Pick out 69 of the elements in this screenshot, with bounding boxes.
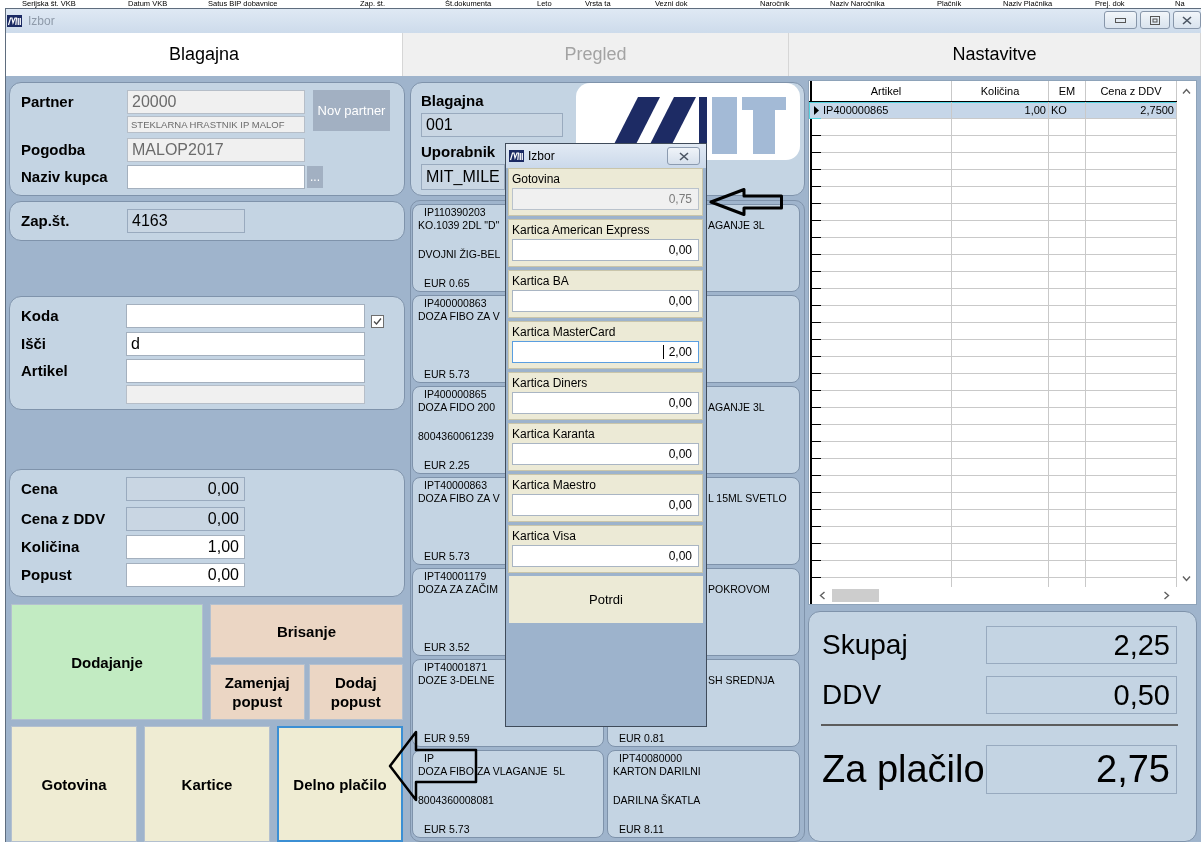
- field-label: Artikel: [21, 361, 68, 381]
- product-price: EUR 0.81: [619, 732, 665, 745]
- product-name: DOZA FIBO ZA V: [418, 492, 500, 505]
- field-label: Blagajna: [421, 92, 484, 110]
- field-label: Pogodba: [21, 140, 86, 160]
- product-code: IPT40001871: [424, 661, 488, 674]
- product-name: DOZA FIDO 200: [418, 401, 496, 414]
- field-label: Koda: [21, 306, 59, 326]
- product-price: EUR 0.65: [424, 277, 470, 290]
- field-label: Kartica Visa: [512, 529, 576, 543]
- field-label: Kartica Maestro: [512, 478, 597, 492]
- total-label: Za plačilo: [822, 748, 985, 790]
- product-price: EUR 8.11: [619, 823, 664, 836]
- product-name: POKROVOM: [708, 583, 770, 596]
- field-label: Popust: [21, 565, 72, 585]
- total-value: 0,50: [986, 676, 1177, 714]
- product-name: AGANJE 3L: [708, 401, 765, 414]
- table-cell: 2,7500: [1086, 102, 1177, 119]
- field-label: Naziv kupca: [21, 167, 108, 187]
- product-price: EUR 5.73: [424, 550, 470, 563]
- product-name: DOZA ZA ZAČIM: [418, 583, 498, 596]
- field-label: Išči: [21, 334, 47, 354]
- product-code: IP400000865: [424, 388, 487, 401]
- total-label: DDV: [822, 679, 882, 710]
- product-name: KARTON DARILNI: [613, 765, 701, 778]
- product-price: EUR 9.59: [424, 732, 470, 745]
- product-price: EUR 2.25: [424, 459, 470, 472]
- field-label: Cena z DDV: [21, 509, 106, 529]
- field-label: Cena: [21, 479, 58, 499]
- field-label: Količina: [21, 537, 80, 557]
- field-label: Kartica MasterCard: [512, 325, 616, 339]
- product-code: IPT40000863: [424, 479, 488, 492]
- field-label: Kartica BA: [512, 274, 569, 288]
- product-price: EUR 5.73: [424, 823, 470, 836]
- product-code: IP110390203: [424, 206, 486, 219]
- product-code: IP: [424, 752, 434, 765]
- product-code: IPT40001179: [424, 570, 487, 583]
- field-label: Partner: [21, 92, 74, 112]
- product-name: DOZA FIBO ZA VLAGANJE 5L: [418, 765, 566, 778]
- product-price: EUR 3.52: [424, 641, 470, 654]
- field-label: Uporabnik: [421, 143, 496, 161]
- field-label: Kartica American Express: [512, 223, 650, 237]
- field-label: Gotovina: [512, 172, 561, 186]
- table-cell: KO: [1049, 102, 1086, 119]
- total-label: Skupaj: [822, 629, 908, 660]
- product-name: KO.1039 2DL "D": [418, 219, 500, 232]
- product-code: IPT40080000: [619, 752, 683, 765]
- product-code: IP400000863: [424, 297, 487, 310]
- window-title: Izbor: [28, 14, 55, 28]
- product-note: DVOJNI ŽIG-BEL: [418, 248, 501, 261]
- product-note: DARILNA ŠKATLA: [613, 794, 701, 807]
- product-note: 8004360061239: [418, 430, 494, 443]
- field-label: Kartica Karanta: [512, 427, 595, 441]
- value-field: 0,00: [126, 507, 245, 531]
- table-cell: IP400000865: [821, 102, 952, 119]
- total-value: 2,75: [986, 745, 1177, 794]
- product-name: DOZE 3-DELNE: [418, 674, 495, 687]
- product-name: DOZA FIBO ZA V: [418, 310, 500, 323]
- product-price: EUR 5.73: [424, 368, 470, 381]
- field-label: Kartica Diners: [512, 376, 588, 390]
- product-name: L 15ML SVETLO: [708, 492, 787, 505]
- dialog-title: Izbor: [528, 149, 555, 163]
- product-name: AGANJE 3L: [708, 219, 765, 232]
- value-field: 0,00: [126, 477, 245, 501]
- total-value: 2,25: [986, 626, 1177, 664]
- product-note: 8004360008081: [418, 794, 494, 807]
- field-label: Zap.št.: [21, 211, 70, 231]
- table-cell: 1,00: [952, 102, 1049, 119]
- product-name: SH SREDNJA: [708, 674, 775, 687]
